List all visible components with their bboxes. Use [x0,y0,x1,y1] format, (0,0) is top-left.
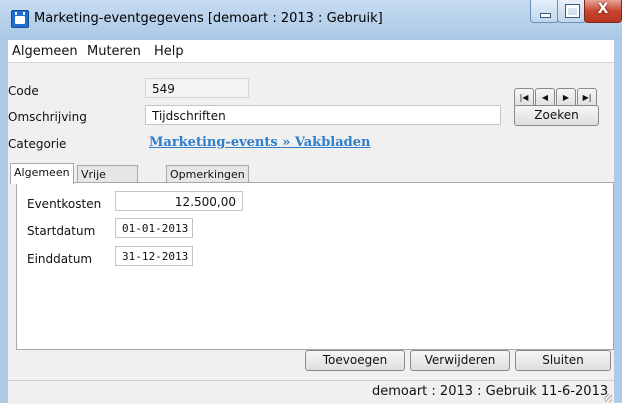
sluiten-label: Sluiten [542,353,584,367]
close-button[interactable]: X [584,0,622,23]
window-client: Algemeen Muteren Help Code 549 |◀ ◀ ▶ ▶|… [8,40,614,404]
calendar-icon [11,10,29,28]
menu-help-label: Help [154,44,184,59]
zoeken-button[interactable]: Zoeken [514,105,599,126]
tab-vrije-rubrieken[interactable]: Vrije rubrieken [77,165,138,198]
status-text: demoart : 2013 : Gebruik 11-6-2013 [372,384,609,399]
minimize-button[interactable] [530,0,559,23]
sluiten-button[interactable]: Sluiten [515,350,611,371]
eventkosten-field[interactable]: 12.500,00 [115,191,243,211]
startdatum-field[interactable]: 01-01-2013 [115,218,193,238]
menu-bar: Algemeen Muteren Help [8,40,614,63]
code-field[interactable]: 549 [145,78,249,98]
previous-icon: ◀ [541,93,549,102]
maximize-button[interactable] [557,0,586,23]
categorie-label: Categorie [8,137,67,151]
eventkosten-label: Eventkosten [27,197,102,211]
einddatum-label: Einddatum [27,252,93,266]
last-icon: ▶| [582,93,592,102]
application-window: Marketing-eventgegevens [demoart : 2013 … [0,0,622,404]
next-icon: ▶ [562,93,570,102]
status-bar: demoart : 2013 : Gebruik 11-6-2013 [8,380,614,404]
toevoegen-button[interactable]: Toevoegen [305,350,405,371]
menu-algemeen[interactable]: Algemeen [12,44,78,59]
menu-muteren-label: Muteren [87,44,141,59]
window-title: Marketing-eventgegevens [demoart : 2013 … [34,11,383,26]
einddatum-field[interactable]: 31-12-2013 [115,246,193,266]
omschrijving-label: Omschrijving [8,110,87,124]
tab-panel-algemeen: Eventkosten 12.500,00 Startdatum 01-01-2… [16,182,614,350]
menu-help[interactable]: Help [154,44,184,59]
toevoegen-label: Toevoegen [322,353,388,367]
resize-grip[interactable] [604,394,612,402]
close-icon: X [597,1,609,17]
tab-opmerkingen[interactable]: Opmerkingen [166,165,249,183]
title-bar[interactable]: Marketing-eventgegevens [demoart : 2013 … [0,0,622,40]
verwijderen-label: Verwijderen [424,353,496,367]
omschrijving-field[interactable]: Tijdschriften [145,105,501,125]
tab-algemeen[interactable]: Algemeen [10,163,74,184]
startdatum-label: Startdatum [27,224,96,238]
categorie-link[interactable]: Marketing-events » Vakbladen [149,135,370,150]
code-label: Code [8,84,39,98]
zoeken-label: Zoeken [534,108,579,122]
verwijderen-button[interactable]: Verwijderen [410,350,510,371]
menu-algemeen-label: Algemeen [12,44,78,59]
first-icon: |◀ [519,93,529,102]
menu-muteren[interactable]: Muteren [87,44,141,59]
